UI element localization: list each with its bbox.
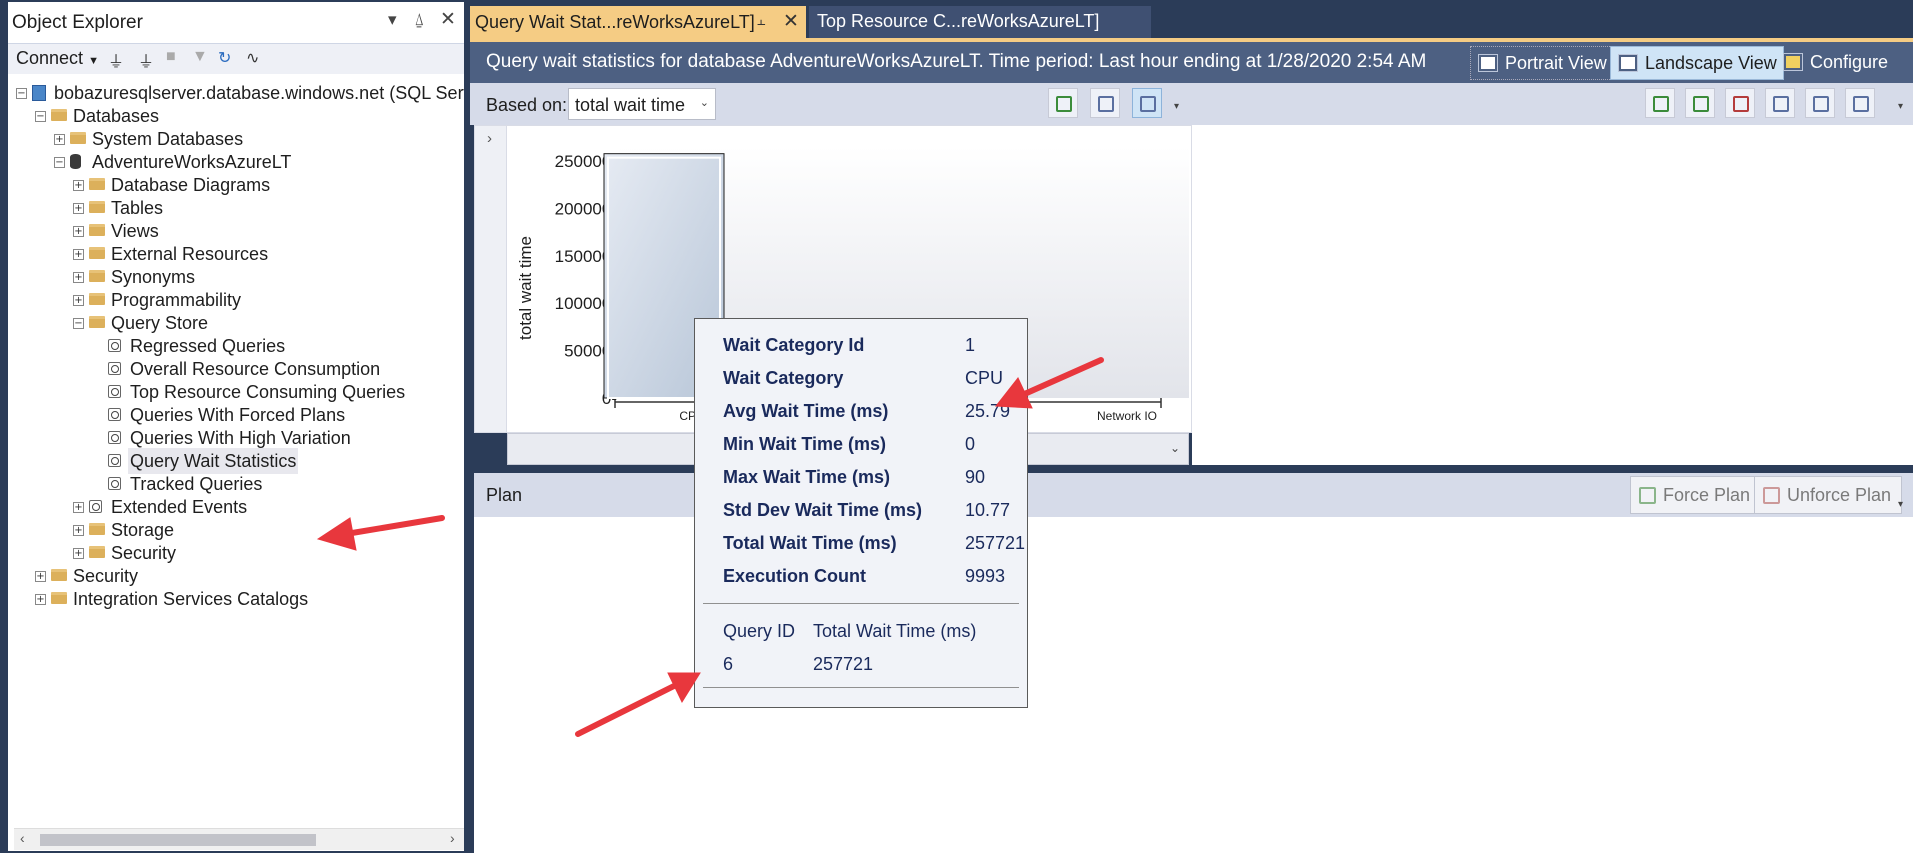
red-arrow-icon — [575, 683, 677, 737]
red-arrowhead-icon — [316, 517, 357, 551]
red-arrow-icon — [1017, 357, 1104, 399]
annotation-arrows — [316, 357, 1104, 737]
red-arrow-icon — [337, 515, 445, 538]
